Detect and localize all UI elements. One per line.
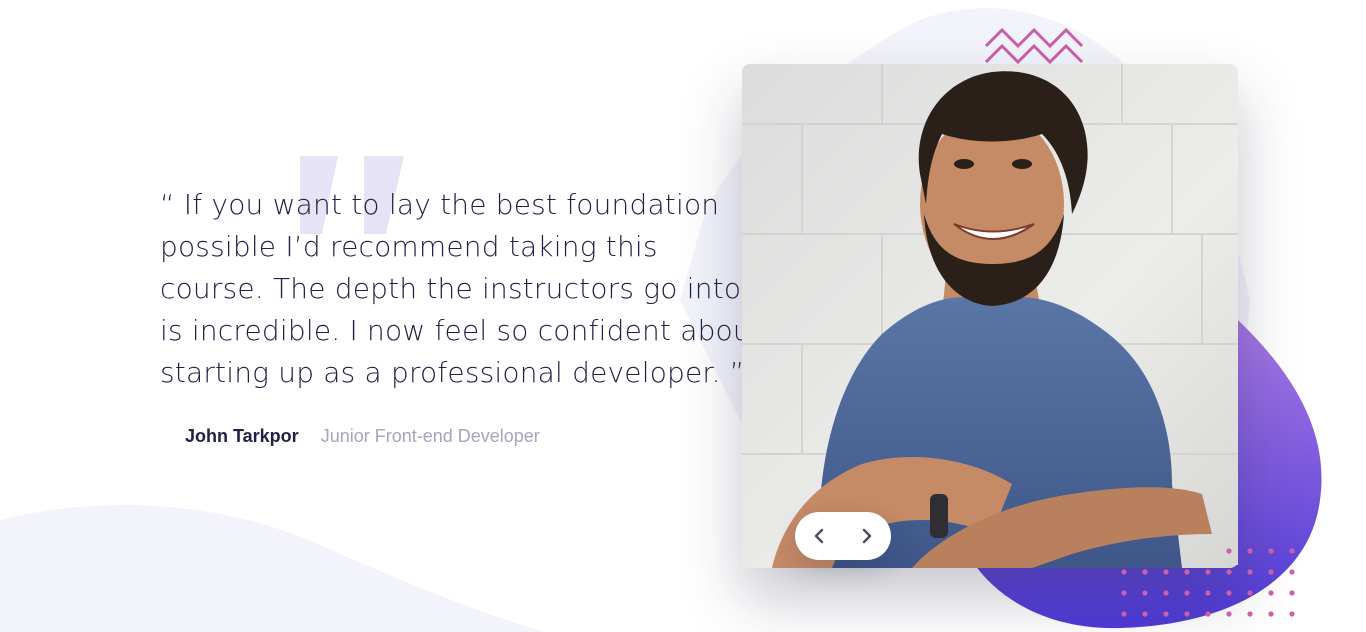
pattern-dot — [1247, 548, 1253, 554]
pattern-dot — [1268, 611, 1274, 617]
pattern-dot — [1163, 590, 1169, 596]
slider-nav — [795, 512, 891, 560]
pattern-dot — [1184, 611, 1190, 617]
pattern-dot — [1268, 569, 1274, 575]
pattern-dot — [1247, 590, 1253, 596]
testimonial-section: “ If you want to lay the best foundation… — [0, 0, 1366, 632]
pattern-dot — [1121, 590, 1127, 596]
pattern-dot — [1268, 548, 1274, 554]
author-role: Junior Front-end Developer — [320, 426, 540, 446]
pattern-dot — [1142, 590, 1148, 596]
pattern-dot — [1289, 590, 1295, 596]
zigzag-pattern-icon — [984, 27, 1084, 65]
bottom-wave — [0, 505, 545, 632]
pattern-dot — [1142, 569, 1148, 575]
author-photo — [742, 64, 1238, 568]
pattern-dot — [1247, 611, 1253, 617]
pattern-dot — [1226, 611, 1232, 617]
testimonial-quote: “ If you want to lay the best foundation… — [160, 188, 763, 389]
pattern-dot — [1247, 569, 1253, 575]
pattern-dot — [1268, 590, 1274, 596]
pattern-dot — [1205, 590, 1211, 596]
pattern-dot — [1142, 611, 1148, 617]
chevron-left-icon — [814, 528, 824, 544]
pattern-dot — [1226, 590, 1232, 596]
pattern-dot — [1226, 569, 1232, 575]
author-name: John Tarkpor — [185, 426, 299, 446]
pattern-dot — [1121, 611, 1127, 617]
dot-pattern-icon — [1121, 548, 1295, 617]
pattern-dot — [1205, 569, 1211, 575]
pattern-dot — [1289, 611, 1295, 617]
pattern-dot — [1184, 590, 1190, 596]
pattern-dot — [1205, 611, 1211, 617]
pattern-dot — [1163, 569, 1169, 575]
next-button[interactable] — [847, 516, 887, 556]
pattern-dot — [1289, 548, 1295, 554]
prev-button[interactable] — [799, 516, 839, 556]
chevron-right-icon — [862, 528, 872, 544]
pattern-dot — [1163, 611, 1169, 617]
pattern-dot — [1121, 569, 1127, 575]
pattern-dot — [1226, 548, 1232, 554]
pattern-dot — [1289, 569, 1295, 575]
pattern-dot — [1184, 569, 1190, 575]
author-info: John Tarkpor Junior Front-end Developer — [185, 426, 540, 447]
